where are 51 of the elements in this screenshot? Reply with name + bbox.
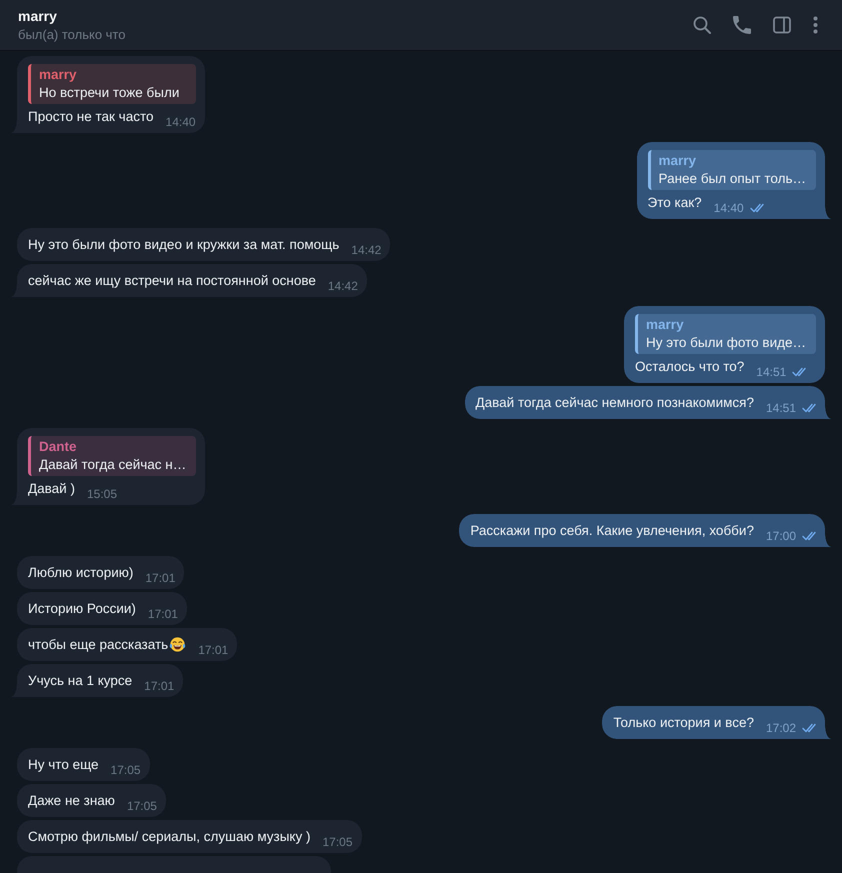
message-time: 14:51: [756, 365, 786, 379]
reply-quote[interactable]: marry Ранее был опыт толь…: [648, 150, 816, 190]
message-time: 17:01: [198, 643, 228, 657]
message-time: 17:01: [144, 679, 174, 693]
message-time: 15:05: [86, 487, 117, 501]
message-text: Ну это были фото видео и кружки за мат. помощь: [28, 236, 340, 254]
message-time: 14:42: [328, 279, 358, 293]
message-time: 14:40: [166, 115, 196, 129]
message-time: 17:05: [110, 763, 141, 777]
message-text: Только история и все?: [613, 714, 754, 732]
message-time: 17:05: [126, 799, 157, 813]
laughing-emoji-icon: [169, 636, 186, 653]
message-text: Ну что еще: [28, 756, 99, 774]
message-text: Даже не знаю: [28, 792, 115, 810]
message-time: 14:42: [351, 243, 382, 257]
search-icon[interactable]: [693, 16, 711, 34]
reply-author: marry: [39, 66, 78, 84]
message-text: Давай ): [28, 480, 75, 498]
message-text: Люблю историю): [28, 564, 134, 582]
message-text: чтобы еще рассказать: [28, 636, 168, 654]
phone-icon[interactable]: [733, 16, 751, 34]
message-text: Это как?: [648, 194, 702, 212]
message-text: Смотрю фильмы/ сериалы, слушаю музыку ): [28, 828, 310, 846]
message-time: 17:01: [148, 607, 178, 621]
message-text: Историю России): [28, 600, 136, 618]
reply-text: Но встречи тоже были: [39, 84, 180, 102]
sidebar-panel-icon[interactable]: [773, 16, 791, 34]
message-text: Расскажи про себя. Какие увлечения, хобби?: [470, 522, 754, 540]
message-time: 17:02: [766, 721, 796, 735]
last-seen-status: был(а) только что: [18, 26, 126, 42]
message-text: Учусь на 1 курсе: [28, 672, 132, 690]
reply-text: Давай тогда сейчас н…: [39, 456, 186, 474]
reply-author: marry: [658, 152, 698, 170]
reply-author: marry: [646, 316, 685, 334]
reply-quote[interactable]: marry Ну это были фото виде…: [635, 314, 816, 354]
message-text: сейчас же ищу встречи на постоянной основе: [28, 272, 316, 290]
message-time: 17:01: [145, 571, 176, 585]
reply-quote[interactable]: Dante Давай тогда сейчас н…: [28, 436, 196, 476]
message-time: 14:51: [766, 401, 796, 415]
message-text: Осталось что то?: [635, 358, 744, 376]
contact-name[interactable]: marry: [18, 8, 126, 24]
message-time: 17:00: [766, 529, 796, 543]
message-text: Просто не так часто: [28, 108, 154, 126]
message-time: 14:40: [714, 201, 744, 215]
reply-text: Ранее был опыт толь…: [658, 170, 806, 188]
more-menu-icon[interactable]: [813, 16, 818, 34]
message-text: Давай тогда сейчас немного познакомимся?: [476, 394, 754, 412]
reply-author: Dante: [39, 438, 78, 456]
reply-quote[interactable]: marry Но встречи тоже были: [28, 64, 196, 104]
message-time: 17:05: [322, 835, 353, 849]
reply-text: Ну это были фото виде…: [646, 334, 806, 352]
